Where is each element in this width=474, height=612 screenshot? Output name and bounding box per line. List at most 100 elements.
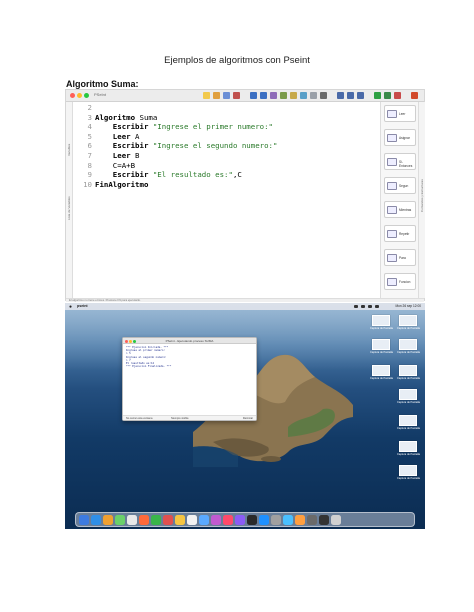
code-line[interactable]: 4 Escribir "Ingrese el primer numero:" <box>74 122 273 131</box>
run-step-icon[interactable] <box>384 92 391 99</box>
control-center-icon[interactable] <box>375 305 379 308</box>
variables-list-tab[interactable]: Lista de Variables <box>67 160 72 220</box>
code-line[interactable]: 5 Leer A <box>74 132 140 141</box>
line-number: 9 <box>87 170 92 180</box>
open-folder-icon[interactable] <box>213 92 220 99</box>
dock-app-icon[interactable] <box>295 515 305 525</box>
command-button[interactable]: Leer <box>384 105 416 122</box>
dock-app-icon[interactable] <box>319 515 329 525</box>
desktop-file[interactable]: Captura de Pantalla <box>397 339 420 354</box>
menubar-clock[interactable]: Mon 26 sep 12:00 <box>395 304 421 308</box>
zoom-window-button[interactable] <box>84 93 89 98</box>
code-line[interactable]: 2 <box>74 103 95 112</box>
dock-app-icon[interactable] <box>307 515 317 525</box>
dock-app-icon[interactable] <box>247 515 257 525</box>
line-number: 4 <box>87 122 92 132</box>
restart-button[interactable]: Reiniciar <box>243 417 253 420</box>
copy-icon[interactable] <box>280 92 287 99</box>
dock-app-icon[interactable] <box>79 515 89 525</box>
help-icon[interactable] <box>411 92 418 99</box>
file-name: Captura de Pantalla <box>397 427 420 430</box>
dock-app-icon[interactable] <box>283 515 293 525</box>
commands-tab[interactable]: Comandos y Estructuras <box>420 142 425 212</box>
right-side-strip[interactable]: Comandos y Estructuras <box>418 102 425 298</box>
undo-icon[interactable] <box>250 92 257 99</box>
code-line[interactable]: 8 C=A+B <box>74 161 136 170</box>
desktop-file[interactable]: Captura de Pantalla <box>397 441 420 456</box>
search-icon[interactable] <box>368 305 372 308</box>
execution-output[interactable]: *** Ejecucion Iniciada. *** Ingrese el pr… <box>126 346 171 368</box>
pseint-window: PSeInt Variables Lista de Variables 2 3 … <box>65 89 425 302</box>
command-button[interactable]: Para <box>384 249 416 266</box>
desktop-file[interactable]: Captura de Pantalla <box>370 339 393 354</box>
always-visible-checkbox[interactable]: Siempre visible <box>171 417 189 420</box>
execution-footer: No cerrar esta ventana Siempre visible R… <box>123 415 256 420</box>
command-button[interactable]: Asignar <box>384 129 416 146</box>
apple-menu-icon[interactable]: ● <box>69 304 72 310</box>
file-thumbnail-icon <box>372 365 390 376</box>
save-as-icon[interactable] <box>233 92 240 99</box>
code-line[interactable]: 10 FinAlgoritmo <box>74 180 148 189</box>
code-line[interactable]: 3 Algoritmo Suma <box>74 113 158 122</box>
dock-app-icon[interactable] <box>91 515 101 525</box>
dock-app-icon[interactable] <box>235 515 245 525</box>
left-side-panel[interactable]: Variables Lista de Variables <box>66 102 73 298</box>
close-window-button[interactable] <box>70 93 75 98</box>
redo-icon[interactable] <box>260 92 267 99</box>
code-editor[interactable]: 2 3 Algoritmo Suma 4 Escribir "Ingrese el p… <box>74 102 378 298</box>
file-thumbnail-icon <box>399 339 417 350</box>
dock-app-icon[interactable] <box>271 515 281 525</box>
command-icon <box>387 206 397 214</box>
minimize-window-button[interactable] <box>77 93 82 98</box>
cut-icon[interactable] <box>270 92 277 99</box>
desktop-file[interactable]: Captura de Pantalla <box>397 465 420 480</box>
keep-open-checkbox[interactable]: No cerrar esta ventana <box>126 417 152 420</box>
dock-app-icon[interactable] <box>199 515 209 525</box>
desktop-file[interactable]: Captura de Pantalla <box>397 365 420 380</box>
code-line[interactable]: 9 Escribir "El resultado es:",C <box>74 170 242 179</box>
dock-app-icon[interactable] <box>115 515 125 525</box>
dock-app-icon[interactable] <box>175 515 185 525</box>
command-label: Repetir <box>399 232 410 236</box>
desktop-file[interactable]: Captura de Pantalla <box>370 315 393 330</box>
dock-app-icon[interactable] <box>211 515 221 525</box>
indent-icon[interactable] <box>300 92 307 99</box>
line-number: 5 <box>87 131 92 141</box>
battery-icon[interactable] <box>361 305 365 308</box>
dock-app-icon[interactable] <box>259 515 269 525</box>
command-button[interactable]: Mientras <box>384 201 416 218</box>
save-icon[interactable] <box>223 92 230 99</box>
search-icon[interactable] <box>310 92 317 99</box>
wifi-icon[interactable] <box>354 305 358 308</box>
flowchart-view-icon[interactable] <box>394 92 401 99</box>
run-icon[interactable] <box>374 92 381 99</box>
paste-icon[interactable] <box>290 92 297 99</box>
command-label: Segun <box>399 184 409 188</box>
dock-app-icon[interactable] <box>127 515 137 525</box>
desktop-file[interactable]: Captura de Pantalla <box>397 389 420 404</box>
command-button[interactable]: Funcion <box>384 273 416 290</box>
dock-app-icon[interactable] <box>103 515 113 525</box>
command-button[interactable]: Repetir <box>384 225 416 242</box>
dock-app-icon[interactable] <box>331 515 341 525</box>
desktop-file[interactable]: Captura de Pantalla <box>370 365 393 380</box>
dock-app-icon[interactable] <box>163 515 173 525</box>
debug-icon[interactable] <box>337 92 344 99</box>
dock-app-icon[interactable] <box>151 515 161 525</box>
dock-app-icon[interactable] <box>223 515 233 525</box>
step-icon[interactable] <box>347 92 354 99</box>
code-line[interactable]: 6 Escribir "Ingrese el segundo numero:" <box>74 141 278 150</box>
command-button[interactable]: Si-Entonces <box>384 153 416 170</box>
dock-app-icon[interactable] <box>139 515 149 525</box>
variables-icon[interactable] <box>357 92 364 99</box>
code-line[interactable]: 7 Leer B <box>74 151 140 160</box>
window-title: PSeInt <box>94 92 107 97</box>
desktop-file[interactable]: Captura de Pantalla <box>397 315 420 330</box>
command-button[interactable]: Segun <box>384 177 416 194</box>
variables-tab[interactable]: Variables <box>67 106 72 156</box>
new-file-icon[interactable] <box>203 92 210 99</box>
active-app-menu[interactable]: pseint <box>77 304 88 308</box>
flowchart-icon[interactable] <box>320 92 327 99</box>
desktop-file[interactable]: Captura de Pantalla <box>397 415 420 430</box>
dock-app-icon[interactable] <box>187 515 197 525</box>
